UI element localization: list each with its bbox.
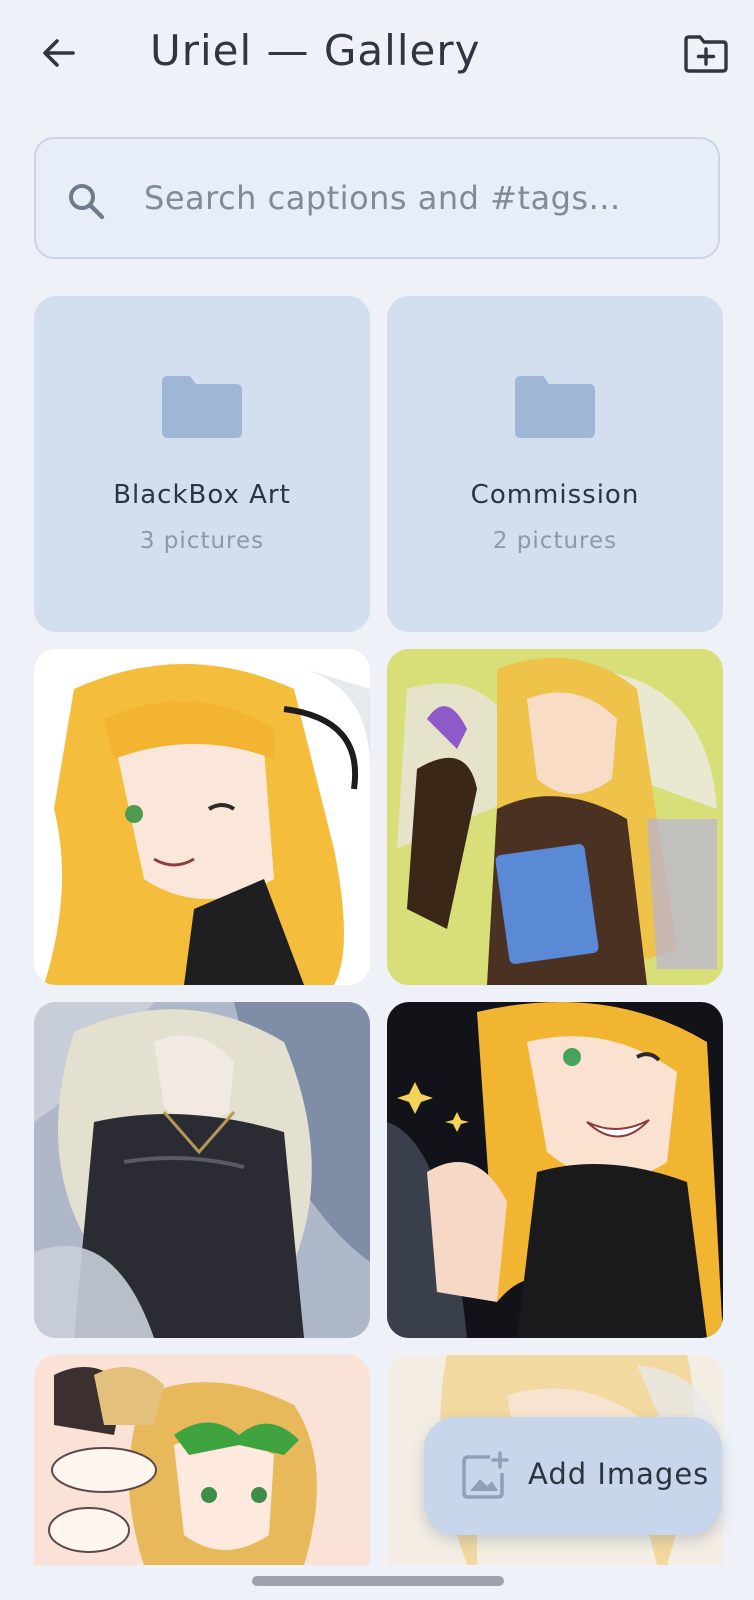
- gallery-image-3[interactable]: [34, 1002, 370, 1338]
- illustration: [387, 1002, 723, 1338]
- illustration: [34, 1355, 370, 1565]
- gesture-bar[interactable]: [252, 1576, 504, 1586]
- folder-count: 2 pictures: [492, 528, 618, 554]
- folder-name: BlackBox Art: [113, 480, 291, 510]
- folder-plus-icon: [684, 35, 728, 73]
- search-placeholder: Search captions and #tags...: [144, 179, 621, 217]
- folder-count: 3 pictures: [139, 528, 265, 554]
- search-icon: [69, 184, 105, 220]
- new-folder-button[interactable]: [678, 28, 734, 80]
- add-images-label: Add Images: [528, 1457, 710, 1491]
- app-bar: Uriel — Gallery: [0, 0, 754, 112]
- illustration: [34, 1002, 370, 1338]
- illustration: [387, 649, 723, 985]
- gallery-image-4[interactable]: [387, 1002, 723, 1338]
- back-button[interactable]: [34, 28, 84, 78]
- folder-icon: [162, 376, 242, 438]
- gallery-image-5[interactable]: [34, 1355, 370, 1565]
- illustration: [34, 649, 370, 985]
- gallery-image-1[interactable]: [34, 649, 370, 985]
- arrow-left-icon: [43, 39, 75, 67]
- folder-name: Commission: [470, 480, 640, 510]
- folder-tile-commission[interactable]: Commission 2 pictures: [387, 296, 723, 632]
- page-title: Uriel — Gallery: [150, 26, 481, 75]
- add-images-button[interactable]: Add Images: [424, 1417, 722, 1535]
- folder-icon: [515, 376, 595, 438]
- gallery-image-2[interactable]: [387, 649, 723, 985]
- add-photo-icon: [462, 1451, 509, 1499]
- search-input[interactable]: Search captions and #tags...: [34, 137, 720, 259]
- folder-tile-blackbox-art[interactable]: BlackBox Art 3 pictures: [34, 296, 370, 632]
